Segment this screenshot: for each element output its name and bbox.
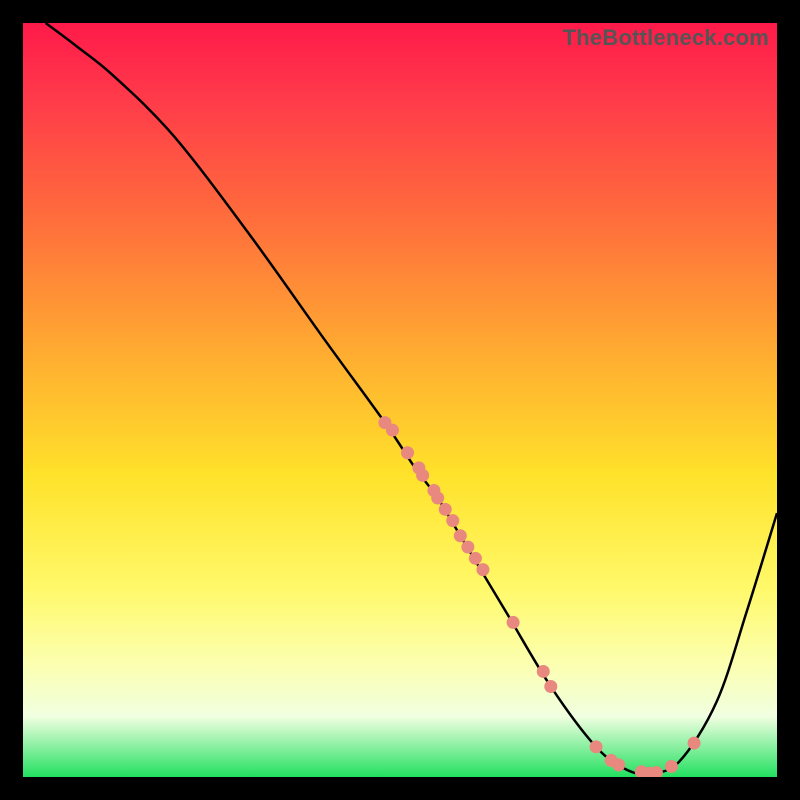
data-point <box>446 514 459 527</box>
data-point <box>476 563 489 576</box>
chart-svg <box>23 23 777 777</box>
data-point <box>386 424 399 437</box>
data-point <box>590 740 603 753</box>
highlighted-points-group <box>378 416 700 777</box>
bottleneck-curve <box>46 23 777 774</box>
data-point <box>401 446 414 459</box>
data-point <box>507 616 520 629</box>
data-point <box>469 552 482 565</box>
data-point <box>431 492 444 505</box>
data-point <box>688 737 701 750</box>
data-point <box>416 469 429 482</box>
data-point <box>665 760 678 773</box>
chart-plot-area: TheBottleneck.com <box>23 23 777 777</box>
data-point <box>612 758 625 771</box>
data-point <box>439 503 452 516</box>
data-point <box>544 680 557 693</box>
data-point <box>537 665 550 678</box>
data-point <box>454 529 467 542</box>
data-point <box>461 541 474 554</box>
